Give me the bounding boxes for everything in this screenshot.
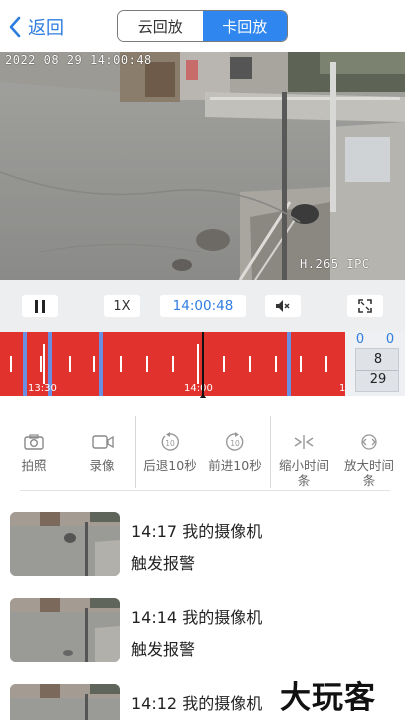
date-calendar-box: 8 29	[355, 348, 399, 392]
event-thumbnail	[10, 512, 120, 576]
watermark-logo: 大玩客	[280, 680, 376, 716]
date-top-left: 0	[355, 332, 365, 347]
timeline-tick	[69, 356, 71, 372]
timeline-tick	[300, 356, 302, 372]
timeline-tick	[40, 356, 42, 372]
video-record-icon	[92, 435, 114, 449]
tab-cloud-playback[interactable]: 云回放	[118, 11, 203, 41]
fullscreen-icon	[358, 299, 372, 313]
event-list-item[interactable]: 14:14 我的摄像机 触发报警	[0, 598, 405, 668]
timeline-tick	[223, 356, 225, 372]
event-thumbnail-image	[10, 684, 120, 720]
timeline-tick	[275, 356, 277, 372]
zoom-in-timeline-icon	[294, 435, 314, 449]
forward-label: 前进10秒	[208, 458, 262, 473]
fullscreen-button[interactable]	[347, 295, 383, 317]
timeline-tick	[10, 356, 12, 372]
back-button[interactable]: 返回	[8, 14, 64, 40]
date-picker-header: 0 0	[345, 332, 405, 348]
date-top-right: 0	[385, 332, 395, 347]
timeline-tick	[146, 356, 148, 372]
timeline-tick	[93, 356, 95, 372]
event-thumbnail	[10, 598, 120, 662]
shrink-timeline-label: 缩小时间条	[279, 458, 330, 488]
forward-10-icon: 10	[226, 432, 244, 451]
timeline-major-tick	[43, 344, 45, 384]
timeline-tick	[172, 356, 174, 372]
timeline-tick	[325, 356, 327, 372]
timeline-gap	[287, 332, 291, 396]
event-thumbnail-image	[10, 512, 120, 576]
date-month: 8	[373, 352, 383, 367]
event-title: 14:14 我的摄像机	[131, 608, 263, 627]
event-subtitle: 触发报警	[131, 554, 196, 573]
pause-icon	[35, 299, 45, 313]
chevron-left-icon	[9, 16, 21, 38]
timeline-major-tick	[197, 344, 199, 384]
rewind-10-icon: 10	[161, 432, 179, 451]
record-button[interactable]: 录像	[82, 428, 122, 480]
snapshot-button[interactable]: 拍照	[14, 428, 54, 480]
event-title: 14:12 我的摄像机	[131, 694, 263, 713]
pause-button[interactable]	[22, 295, 58, 317]
svg-text:10: 10	[165, 439, 175, 448]
speaker-muted-icon	[276, 300, 290, 312]
back-label: 返回	[28, 18, 64, 39]
timeline-label-1400: 14:00	[184, 383, 213, 394]
camera-icon	[24, 434, 44, 450]
event-title: 14:17 我的摄像机	[131, 522, 263, 541]
snapshot-label: 拍照	[21, 458, 47, 473]
date-divider	[356, 370, 398, 371]
svg-text:10: 10	[230, 439, 240, 448]
divider	[270, 416, 271, 488]
playback-source-toggle: 云回放 卡回放	[117, 10, 288, 42]
recording-timeline[interactable]: 13:30 14:00 1	[0, 332, 345, 396]
playback-control-bar: 1X 14:00:48	[0, 280, 405, 332]
current-time-display[interactable]: 14:00:48	[160, 295, 246, 317]
date-picker[interactable]: 0 0 8 29	[345, 332, 405, 396]
expand-timeline-button[interactable]: 放大时间条	[340, 428, 398, 490]
mute-button[interactable]	[265, 295, 301, 317]
timeline-gap	[23, 332, 27, 396]
divider	[135, 416, 136, 488]
timeline-label-1330: 13:30	[28, 383, 57, 394]
divider	[20, 490, 390, 491]
timeline-playhead[interactable]	[202, 332, 204, 398]
timeline-gap	[99, 332, 103, 396]
event-subtitle: 触发报警	[131, 640, 196, 659]
expand-timeline-label: 放大时间条	[344, 458, 395, 488]
record-label: 录像	[89, 458, 115, 473]
timeline-tick	[120, 356, 122, 372]
video-player[interactable]: 2022 08 29 14:00:48 H.265 IPC	[0, 52, 405, 280]
forward-10s-button[interactable]: 10 前进10秒	[205, 428, 265, 480]
tool-bar: 拍照 录像 10 后退10秒 10 前进10秒 缩小时间条 放大时间条	[0, 398, 405, 490]
video-timestamp-overlay: 2022 08 29 14:00:48	[5, 53, 152, 67]
rewind-label: 后退10秒	[143, 458, 197, 473]
zoom-out-timeline-icon	[361, 434, 377, 450]
timeline-tick	[249, 356, 251, 372]
event-thumbnail-image	[10, 598, 120, 662]
event-thumbnail	[10, 684, 120, 720]
rewind-10s-button[interactable]: 10 后退10秒	[140, 428, 200, 480]
speed-button[interactable]: 1X	[104, 295, 140, 317]
date-day: 29	[369, 372, 387, 387]
header-bar: 返回 云回放 卡回放	[0, 0, 405, 52]
video-codec-overlay: H.265 IPC	[300, 257, 370, 271]
tab-card-playback[interactable]: 卡回放	[202, 11, 287, 41]
camera-scene	[0, 52, 405, 280]
event-list-item[interactable]: 14:17 我的摄像机 触发报警	[0, 512, 405, 582]
shrink-timeline-button[interactable]: 缩小时间条	[275, 428, 333, 490]
